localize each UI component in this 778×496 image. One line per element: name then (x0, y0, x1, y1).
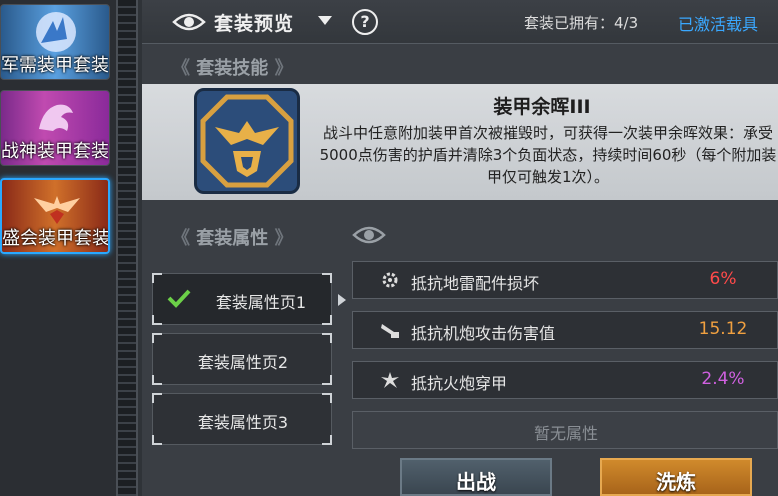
attribute-name: 抵抗火炮穿甲 (411, 374, 508, 393)
suit-label: 战神装甲套装 (1, 141, 109, 162)
attribute-name: 抵抗机炮攻击伤害值 (411, 324, 556, 343)
attribute-value: 15.12 (698, 319, 748, 339)
skill-icon (194, 88, 300, 194)
tab-label: 套装属性页3 (197, 413, 289, 432)
suit-item-military[interactable]: 军需装甲套装 (0, 4, 110, 80)
suit-label: 盛会装甲套装 (2, 228, 110, 249)
battle-button[interactable]: 出战 (400, 458, 552, 496)
help-icon[interactable]: ? (352, 9, 378, 35)
tab-label: 套装属性页1 (215, 293, 307, 312)
panel-header: 套装预览 ? 套装已拥有：4/3 已激活载具 (142, 0, 778, 44)
suit-preview-panel: 套装预览 ? 套装已拥有：4/3 已激活载具 《 套装技能 》 装甲余晖III … (142, 0, 778, 496)
tab-attribute-page-1[interactable]: 套装属性页1 (152, 273, 332, 325)
refine-button[interactable]: 洗炼 (600, 458, 752, 496)
tab-label: 套装属性页2 (197, 353, 289, 372)
section-title-skill: 《 套装技能 》 (172, 58, 293, 79)
chevron-down-icon[interactable] (318, 16, 332, 25)
pegasus-emblem-icon (39, 104, 73, 131)
attribute-row: 抵抗火炮穿甲 2.4% (352, 361, 778, 399)
eagle-emblem-icon (36, 12, 76, 52)
owned-count: 套装已拥有：4/3 (524, 14, 639, 32)
cannon-icon (381, 324, 399, 338)
attribute-row: 抵抗地雷配件损坏 6% (352, 261, 778, 299)
tab-attribute-page-2[interactable]: 套装属性页2 (152, 333, 332, 385)
section-title-attributes: 《 套装属性 》 (172, 228, 293, 249)
suit-label: 军需装甲套装 (1, 55, 109, 76)
attribute-value: 6% (709, 269, 737, 289)
attribute-value: 2.4% (701, 369, 745, 389)
eye-icon[interactable] (352, 224, 386, 246)
skill-name: 装甲余晖III (493, 96, 591, 118)
suit-item-festival[interactable]: 盛会装甲套装 (0, 178, 110, 254)
tab-attribute-page-3[interactable]: 套装属性页3 (152, 393, 332, 445)
suit-list: 军需装甲套装 战神装甲套装 盛会装甲套装 (0, 0, 118, 496)
attribute-row-empty: 暂无属性 (352, 411, 778, 449)
attribute-name: 抵抗地雷配件损坏 (411, 274, 540, 293)
skill-panel: 装甲余晖III 战斗中任意附加装甲首次被摧毁时，可获得一次装甲余晖效果：承受50… (142, 84, 778, 200)
empty-attribute-label: 暂无属性 (533, 424, 598, 443)
gear-icon (382, 272, 398, 288)
skill-description: 战斗中任意附加装甲首次被摧毁时，可获得一次装甲余晖效果：承受5000点伤害的护盾… (319, 124, 777, 186)
page-title[interactable]: 套装预览 (214, 9, 294, 36)
eye-icon[interactable] (172, 11, 206, 33)
suit-item-ares[interactable]: 战神装甲套装 (0, 90, 110, 166)
activated-vehicles-link[interactable]: 已激活载具 (678, 11, 758, 35)
scrollbar-rail[interactable] (116, 0, 138, 496)
attribute-row: 抵抗机炮攻击伤害值 15.12 (352, 311, 778, 349)
burst-icon (381, 372, 399, 388)
selected-tab-pointer-icon (338, 294, 346, 306)
